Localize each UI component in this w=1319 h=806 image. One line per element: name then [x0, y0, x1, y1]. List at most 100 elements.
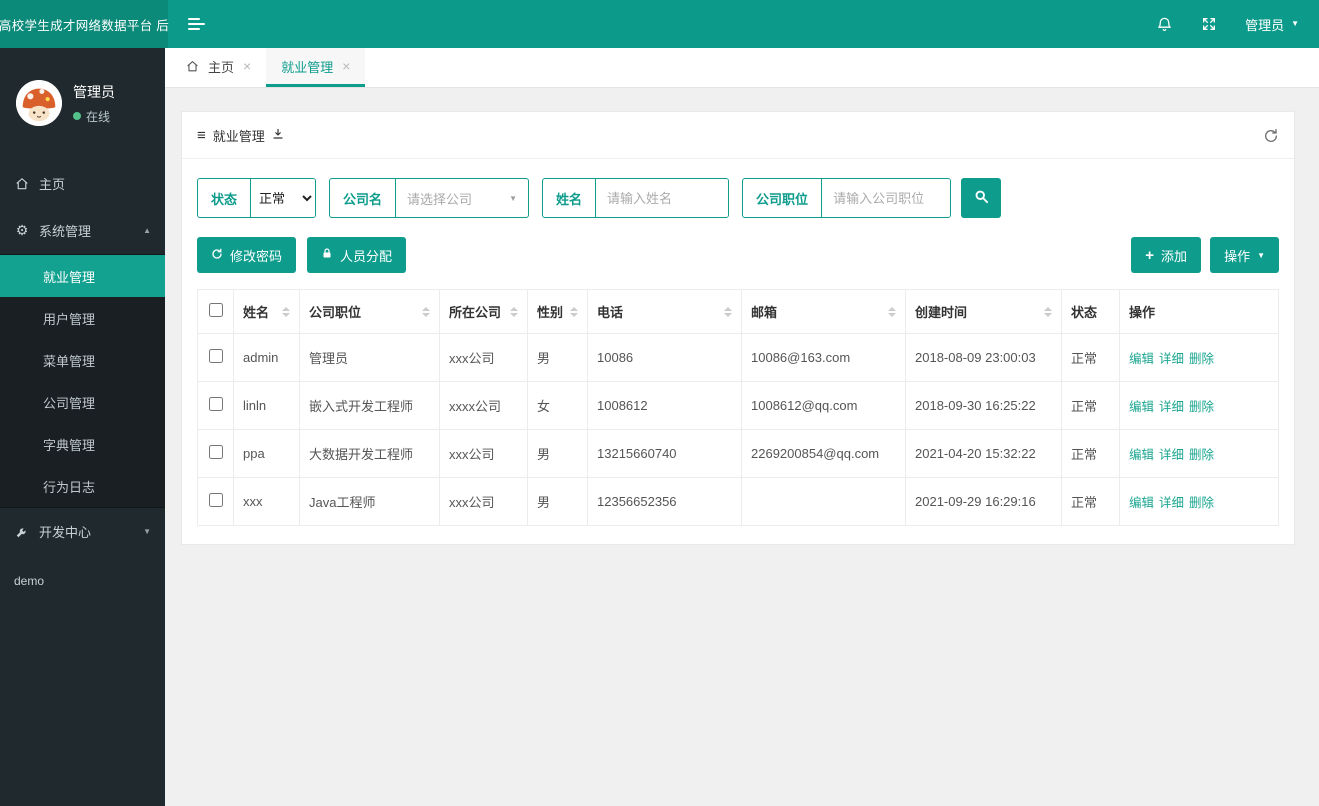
column-header-created[interactable]: 创建时间: [905, 289, 1062, 334]
detail-link[interactable]: 详细: [1159, 400, 1184, 414]
download-icon[interactable]: [272, 128, 284, 143]
row-checkbox[interactable]: [208, 493, 223, 507]
status-select[interactable]: 正常: [251, 179, 316, 217]
sort-icon[interactable]: [718, 306, 732, 317]
delete-link[interactable]: 删除: [1189, 448, 1214, 462]
search-button[interactable]: [961, 178, 1002, 218]
sort-icon[interactable]: [882, 306, 896, 317]
topbar-main: 管理员 ▼: [168, 0, 1319, 48]
tab-label: 就业管理: [281, 59, 334, 75]
cell-position: 管理员: [299, 333, 440, 382]
sort-icon[interactable]: [1038, 306, 1052, 317]
column-header-position[interactable]: 公司职位: [299, 289, 440, 334]
content: ≡ 就业管理 状态 正常 公司名 请选择公司 ▼ 姓名 请输入姓名 公司职位 请…: [165, 88, 1319, 545]
sidebar-item-employment[interactable]: 就业管理: [0, 255, 165, 297]
tab-employment[interactable]: 就业管理 ×: [266, 48, 366, 87]
name-filter: 姓名: [542, 178, 730, 218]
user-menu[interactable]: 管理员 ▼: [1245, 15, 1299, 34]
admin-app: 高校学生成才网络数据平台 后 管理员 ▼ 管理员 在线 主页 ⚙ 系统管理 ▲ …: [0, 0, 1319, 806]
sort-icon[interactable]: [504, 306, 518, 317]
status-filter: 状态 正常: [197, 178, 317, 218]
refresh-icon[interactable]: [1263, 128, 1279, 144]
cell-actions: 编辑 详细 删除: [1119, 333, 1279, 382]
select-all-checkbox[interactable]: [208, 303, 223, 317]
panel-header: ≡ 就业管理: [182, 112, 1294, 159]
company-filter: 公司名 请选择公司 ▼: [329, 178, 530, 218]
change-password-button[interactable]: 修改密码: [197, 237, 297, 273]
close-icon[interactable]: ×: [342, 58, 350, 74]
sidebar-user-name: 管理员: [73, 83, 115, 100]
sidebar-item-label: 用户管理: [43, 311, 96, 327]
sort-icon[interactable]: [416, 306, 430, 317]
column-header-phone[interactable]: 电话: [587, 289, 742, 334]
edit-link[interactable]: 编辑: [1129, 496, 1154, 510]
cell-company: xxx公司: [439, 477, 528, 526]
select-all-cell: [197, 289, 234, 334]
cell-phone: 1008612: [587, 381, 742, 430]
sidebar-item-home[interactable]: 主页: [0, 160, 165, 207]
online-status-label: 在线: [86, 109, 111, 124]
cell-company: xxx公司: [439, 333, 528, 382]
tab-home[interactable]: 主页 ×: [171, 48, 266, 87]
edit-link[interactable]: 编辑: [1129, 352, 1154, 366]
assign-people-label: 人员分配: [340, 248, 393, 264]
position-input[interactable]: [822, 179, 951, 217]
lock-icon: [321, 247, 333, 263]
row-checkbox[interactable]: [208, 349, 223, 363]
action-toolbar: 修改密码 人员分配 + 添加 操作 ▼: [182, 220, 1294, 289]
column-header-email[interactable]: 邮箱: [741, 289, 906, 334]
position-filter-label: 公司职位: [743, 179, 823, 217]
fullscreen-icon[interactable]: [1201, 16, 1217, 32]
operation-button[interactable]: 操作 ▼: [1210, 237, 1279, 273]
column-header-company[interactable]: 所在公司: [439, 289, 528, 334]
search-icon: [974, 189, 989, 207]
column-header-actions: 操作: [1119, 289, 1279, 334]
detail-link[interactable]: 详细: [1159, 496, 1184, 510]
sidebar-item-users[interactable]: 用户管理: [0, 297, 165, 339]
company-select[interactable]: 请选择公司 ▼: [396, 179, 528, 217]
column-header-name[interactable]: 姓名: [233, 289, 300, 334]
row-checkbox[interactable]: [208, 445, 223, 459]
cell-position: 大数据开发工程师: [299, 429, 440, 478]
close-icon[interactable]: ×: [243, 58, 251, 74]
sidebar-item-dev-center[interactable]: 开发中心 ▼: [0, 508, 165, 555]
sidebar-item-menus[interactable]: 菜单管理: [0, 339, 165, 381]
chevron-down-icon: ▼: [1291, 19, 1299, 28]
detail-link[interactable]: 详细: [1159, 448, 1184, 462]
cell-email: 10086@163.com: [741, 333, 906, 382]
sidebar-item-label: 公司管理: [43, 395, 96, 411]
edit-link[interactable]: 编辑: [1129, 400, 1154, 414]
cell-actions: 编辑 详细 删除: [1119, 477, 1279, 526]
sort-icon[interactable]: [276, 306, 290, 317]
cell-company: xxx公司: [439, 429, 528, 478]
sidebar-toggle-icon[interactable]: [184, 12, 209, 36]
cell-name: ppa: [233, 429, 300, 478]
sort-icon[interactable]: [564, 306, 578, 317]
sidebar-user-panel: 管理员 在线: [0, 48, 165, 146]
delete-link[interactable]: 删除: [1189, 400, 1214, 414]
sidebar-item-demo[interactable]: demo: [0, 557, 165, 604]
bell-icon[interactable]: [1156, 15, 1173, 33]
sidebar-item-companies[interactable]: 公司管理: [0, 381, 165, 423]
name-filter-label: 姓名: [543, 179, 597, 217]
edit-link[interactable]: 编辑: [1129, 448, 1154, 462]
sidebar-item-dictionary[interactable]: 字典管理: [0, 423, 165, 465]
add-button[interactable]: + 添加: [1131, 237, 1202, 273]
sidebar-item-label: 开发中心: [39, 525, 92, 540]
cell-status: 正常: [1061, 477, 1120, 526]
cell-status: 正常: [1061, 429, 1120, 478]
delete-link[interactable]: 删除: [1189, 496, 1214, 510]
sidebar-item-behavior-log[interactable]: 行为日志: [0, 465, 165, 507]
detail-link[interactable]: 详细: [1159, 352, 1184, 366]
cell-actions: 编辑 详细 删除: [1119, 381, 1279, 430]
assign-people-button[interactable]: 人员分配: [307, 237, 407, 273]
table-header-row: 姓名 公司职位 所在公司 性别 电话 邮箱 创建时间 状态 操作: [197, 289, 1279, 334]
sidebar-item-system[interactable]: ⚙ 系统管理 ▲: [0, 207, 165, 254]
delete-link[interactable]: 删除: [1189, 352, 1214, 366]
cell-email: 2269200854@qq.com: [741, 429, 906, 478]
name-input[interactable]: [596, 179, 729, 217]
row-checkbox[interactable]: [208, 397, 223, 411]
chevron-down-icon: ▼: [509, 193, 518, 203]
cell-position: Java工程师: [299, 477, 440, 526]
column-header-gender[interactable]: 性别: [527, 289, 588, 334]
